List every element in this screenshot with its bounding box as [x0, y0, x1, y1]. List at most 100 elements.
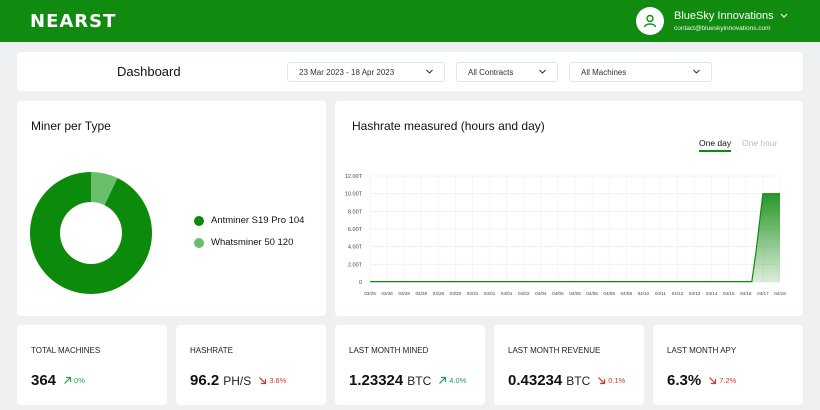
logo[interactable]: NEARST: [30, 11, 116, 32]
stat-card: TOTAL MACHINES 364 0%: [17, 325, 167, 405]
y-tick-label: 12.00T: [345, 174, 363, 180]
x-tick-label: 04/04: [535, 291, 547, 296]
x-tick-label: 03/30: [450, 291, 462, 296]
x-tick-label: 04/09: [621, 291, 633, 296]
y-tick-label: 10.00T: [345, 192, 363, 198]
x-tick-label: 04/15: [723, 291, 735, 296]
stat-unit: PH/S: [223, 374, 252, 388]
x-tick-label: 03/28: [416, 291, 428, 296]
stat-value-row: 0.43234 BTC 0.1%: [508, 372, 625, 389]
stat-delta-value: 0.1%: [608, 376, 626, 385]
stat-label: LAST MONTH REVENUE: [508, 346, 601, 355]
x-tick-label: 03/26: [381, 291, 393, 296]
stat-card: LAST MONTH REVENUE 0.43234 BTC 0.1%: [494, 325, 644, 405]
stat-value: 364: [31, 372, 57, 389]
stat-card: LAST MONTH APY 6.3% 7.2%: [653, 325, 803, 405]
user-email: contact@blueskyinnovations.com: [674, 25, 771, 32]
x-tick-label: 04/01: [501, 291, 513, 296]
miner-card-title: Miner per Type: [31, 119, 111, 133]
stat-delta: 0%: [63, 376, 85, 385]
stat-label: HASHRATE: [190, 346, 233, 355]
x-tick-label: 04/01: [484, 291, 496, 296]
x-tick-label: 03/25: [364, 291, 376, 296]
legend-swatch: [194, 237, 204, 248]
stat-card: LAST MONTH MINED 1.23324 BTC 4.0%: [335, 325, 485, 405]
y-tick-label: 2.00T: [348, 262, 363, 268]
chevron-down-icon: [693, 69, 700, 74]
stat-value-row: 96.2 PH/S 3.6%: [190, 372, 286, 389]
y-tick-label: 8.00T: [348, 209, 363, 215]
trend-up-arrow-icon: [64, 376, 72, 384]
x-tick-label: 04/12: [672, 291, 684, 296]
user-menu[interactable]: BlueSky Innovations contact@blueskyinnov…: [636, 7, 788, 35]
stat-delta-value: 0%: [74, 376, 85, 385]
trend-down-arrow-icon: [709, 377, 717, 385]
chevron-down-icon[interactable]: [780, 13, 788, 19]
x-tick-label: 04/10: [638, 291, 650, 296]
x-tick-label: 04/17: [757, 291, 769, 296]
x-tick-label: 03/28: [433, 291, 445, 296]
date-range-select[interactable]: 23 Mar 2023 - 18 Apr 2023: [287, 62, 445, 82]
user-avatar-icon[interactable]: [636, 7, 664, 35]
x-tick-label: 03/26: [398, 291, 410, 296]
stat-value-row: 364 0%: [31, 372, 85, 389]
x-tick-label: 04/06: [586, 291, 598, 296]
stat-delta-value: 7.2%: [719, 376, 737, 385]
miner-type-card: Miner per Type Antminer S19 Pro 104 What…: [17, 101, 326, 316]
x-tick-label: 04/02: [518, 291, 530, 296]
x-tick-label: 04/05: [552, 291, 564, 296]
x-tick-label: 04/08: [603, 291, 615, 296]
x-tick-label: 04/14: [706, 291, 718, 296]
contracts-value: All Contracts: [468, 67, 514, 77]
x-tick-label: 04/11: [655, 291, 667, 296]
stat-label: LAST MONTH APY: [667, 346, 737, 355]
page-title: Dashboard: [117, 64, 181, 79]
stat-value-row: 6.3% 7.2%: [667, 372, 736, 389]
legend-label: Whatsminer 50 120: [211, 237, 294, 248]
stat-unit: BTC: [407, 374, 432, 388]
trend-down-arrow-icon: [259, 377, 267, 385]
tab-active-underline: [699, 150, 732, 152]
y-tick-label: 6.00T: [348, 227, 363, 233]
hashrate-card: Hashrate measured (hours and day) One da…: [335, 101, 803, 316]
machines-select[interactable]: All Machines: [569, 62, 712, 82]
tab-one-hour[interactable]: One hour: [742, 138, 777, 148]
tab-one-day[interactable]: One day: [699, 138, 732, 152]
stat-value: 96.2: [190, 372, 220, 389]
tab-one-day-label: One day: [699, 138, 732, 148]
filter-bar: Dashboard 23 Mar 2023 - 18 Apr 2023 All …: [17, 52, 803, 91]
hashrate-card-title: Hashrate measured (hours and day): [352, 119, 545, 133]
trend-up-arrow-icon: [439, 376, 447, 384]
stat-label: TOTAL MACHINES: [31, 346, 101, 355]
stat-delta: 3.6%: [258, 376, 286, 385]
y-tick-label: 0: [359, 280, 362, 286]
x-tick-label: 03/31: [467, 291, 479, 296]
stat-value-row: 1.23324 BTC 4.0%: [349, 372, 466, 389]
legend-label: Antminer S19 Pro 104: [211, 215, 305, 226]
machines-value: All Machines: [581, 67, 627, 77]
stat-value: 6.3%: [667, 372, 702, 389]
x-tick-label: 04/16: [740, 291, 752, 296]
trend-down-arrow-icon: [598, 377, 606, 385]
y-tick-label: 4.00T: [348, 245, 363, 251]
stat-unit: BTC: [566, 374, 591, 388]
stat-delta-value: 4.0%: [449, 376, 467, 385]
x-tick-label: 04/18: [774, 291, 786, 296]
donut-chart: [29, 172, 153, 294]
stat-delta: 0.1%: [597, 376, 625, 385]
date-range-value: 23 Mar 2023 - 18 Apr 2023: [299, 67, 395, 77]
stat-label: LAST MONTH MINED: [349, 346, 429, 355]
legend-item-antminer: Antminer S19 Pro 104: [194, 215, 304, 226]
chevron-down-icon: [426, 69, 433, 74]
hashrate-chart: 0 2.00T 4.00T 6.00T 8.00T 10.00T 12.00T 03/25 03…: [345, 174, 786, 296]
user-name: BlueSky Innovations: [674, 10, 774, 22]
legend-swatch: [194, 215, 204, 226]
contracts-select[interactable]: All Contracts: [456, 62, 558, 82]
stat-value: 1.23324: [349, 372, 404, 389]
stat-delta: 4.0%: [438, 376, 466, 385]
stat-delta: 7.2%: [708, 376, 736, 385]
x-tick-label: 04/13: [689, 291, 701, 296]
stat-value: 0.43234: [508, 372, 563, 389]
stat-card: HASHRATE 96.2 PH/S 3.6%: [176, 325, 326, 405]
stat-delta-value: 3.6%: [269, 376, 287, 385]
